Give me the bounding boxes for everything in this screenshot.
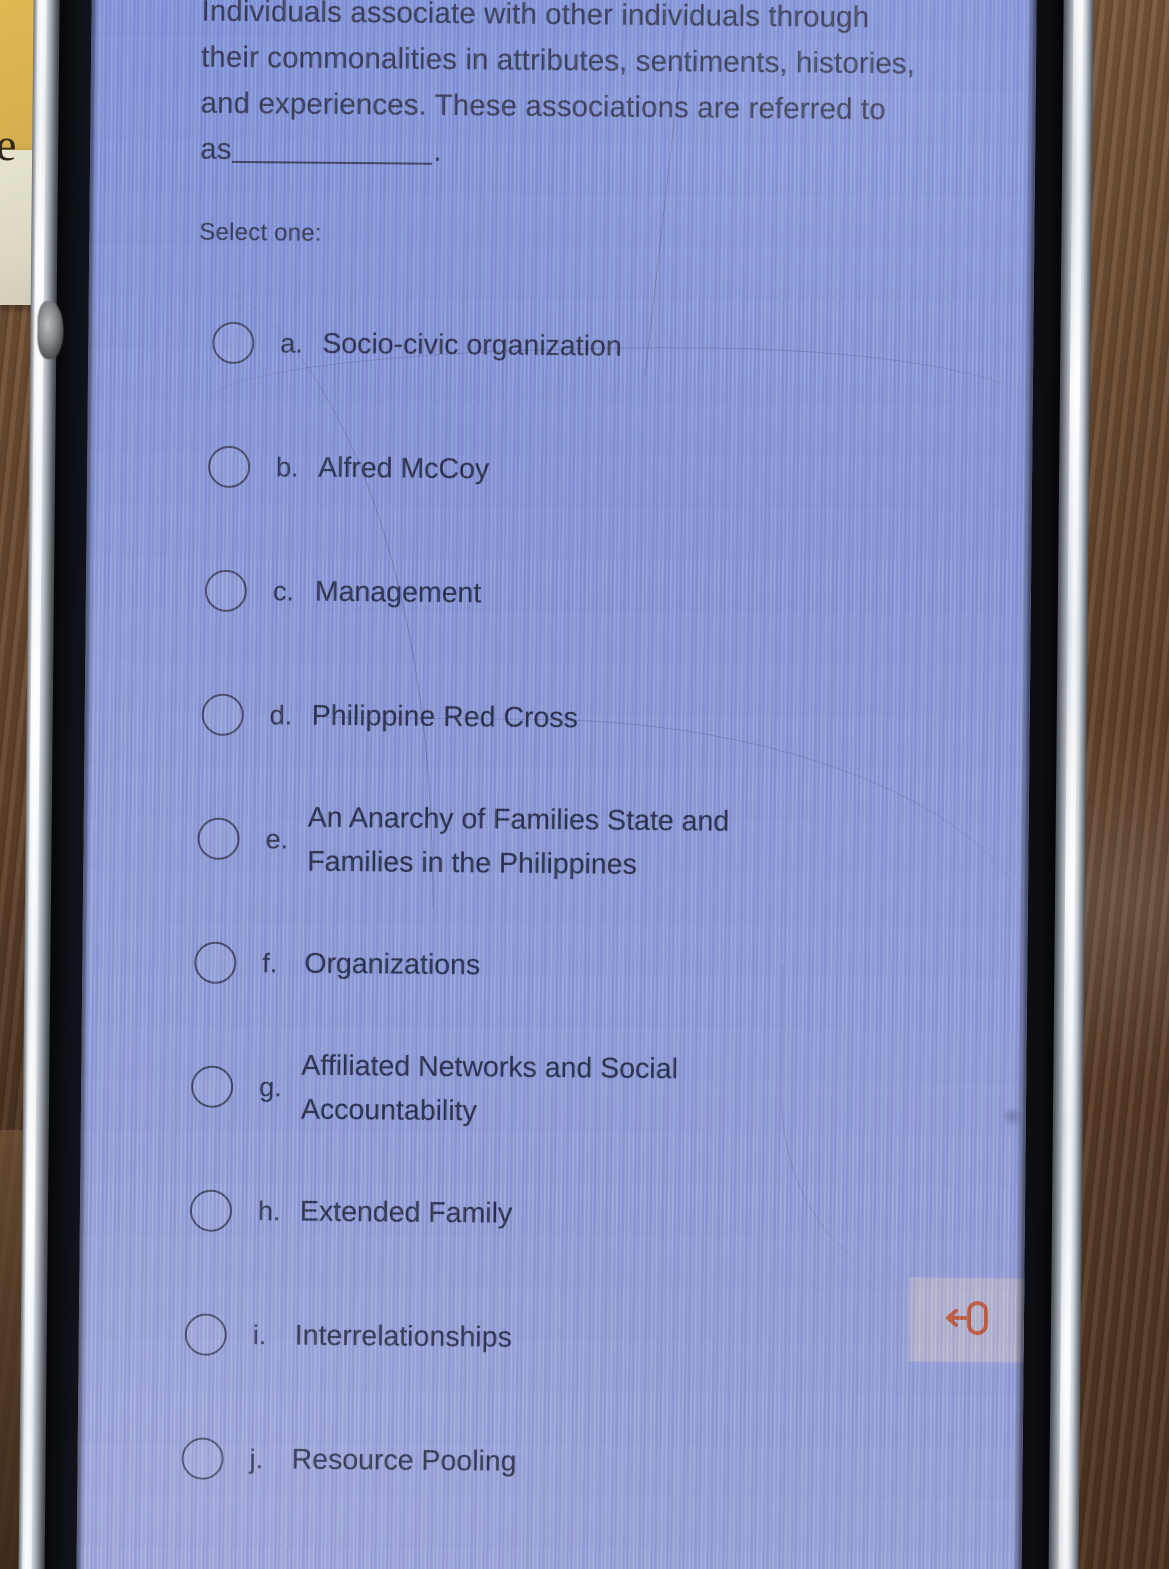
option-letter-h: h.	[257, 1195, 281, 1226]
quiz-question-panel: Individuals associate with other individ…	[77, 0, 1037, 1515]
question-stem-line-4: as.	[200, 127, 969, 180]
radio-button-a[interactable]	[212, 321, 255, 365]
radio-button-g[interactable]	[190, 1065, 234, 1108]
answer-option-h[interactable]: h. Extended Family	[189, 1163, 960, 1266]
option-label-j[interactable]: Resource Pooling	[291, 1437, 516, 1483]
radio-button-e[interactable]	[197, 817, 240, 860]
option-letter-c: c.	[272, 575, 295, 606]
answer-option-d[interactable]: d. Philippine Red Cross	[194, 667, 964, 770]
option-label-g[interactable]: Affiliated Networks and Social Accountab…	[301, 1044, 822, 1137]
question-blank-prefix: as	[200, 132, 232, 166]
answer-option-i[interactable]: i. Interrelationships	[184, 1286, 958, 1389]
answer-option-e[interactable]: e. An Anarchy of Families State and Fami…	[193, 791, 963, 894]
radio-button-i[interactable]	[184, 1313, 227, 1356]
option-label-h[interactable]: Extended Family	[300, 1190, 513, 1236]
smartphone-device: Individuals associate with other individ…	[18, 0, 1094, 1569]
option-letter-g: g.	[259, 1071, 282, 1102]
answer-option-c[interactable]: c. Management	[195, 543, 965, 646]
option-letter-d: d.	[269, 699, 293, 730]
option-letter-b: b.	[275, 451, 299, 483]
radio-button-h[interactable]	[189, 1189, 233, 1232]
logout-watermark	[908, 1277, 1028, 1363]
option-letter-a: a.	[280, 327, 303, 359]
question-stem-line-3: and experiences. These associations are …	[200, 86, 886, 127]
radio-button-f[interactable]	[194, 941, 237, 984]
answer-option-a[interactable]: a. Socio-civic organization	[198, 295, 968, 398]
radio-button-c[interactable]	[204, 569, 248, 613]
option-label-f[interactable]: Organizations	[304, 942, 480, 988]
option-label-a[interactable]: Socio-civic organization	[322, 322, 622, 369]
phone-screen: Individuals associate with other individ…	[76, 0, 1037, 1569]
answer-option-b[interactable]: b. Alfred McCoy	[197, 419, 967, 522]
option-letter-i: i.	[252, 1319, 267, 1350]
option-label-d[interactable]: Philippine Red Cross	[312, 694, 579, 741]
question-stem: Individuals associate with other individ…	[200, 0, 971, 180]
answer-option-j[interactable]: j. Resource Pooling	[181, 1410, 957, 1513]
answer-option-g[interactable]: g. Affiliated Networks and Social Accoun…	[190, 1039, 961, 1142]
answer-option-f[interactable]: f. Organizations	[192, 915, 962, 1018]
logout-arrow-icon	[942, 1297, 994, 1342]
option-letter-e: e.	[265, 823, 289, 854]
option-label-b[interactable]: Alfred McCoy	[318, 446, 489, 492]
answer-blank	[232, 160, 433, 165]
radio-button-b[interactable]	[207, 445, 251, 489]
option-letter-j: j.	[249, 1443, 264, 1474]
frame-dent	[37, 301, 64, 360]
option-label-i[interactable]: Interrelationships	[295, 1314, 512, 1360]
photo-of-phone-screen: e Individuals associate with other indiv…	[0, 0, 1169, 1569]
option-label-e[interactable]: An Anarchy of Families State and Familie…	[307, 796, 828, 889]
option-letter-f: f.	[262, 947, 278, 978]
radio-button-j[interactable]	[181, 1437, 224, 1480]
answer-options-list: a. Socio-civic organization b. Alfred Mc…	[181, 295, 968, 1514]
paper-letter-glyph: e	[0, 119, 17, 170]
option-label-c[interactable]: Management	[315, 570, 482, 616]
select-one-instruction: Select one:	[199, 218, 322, 247]
radio-button-d[interactable]	[201, 693, 244, 736]
question-stem-line-2: their commonalities in attributes, senti…	[200, 40, 916, 81]
question-blank-suffix: .	[433, 134, 442, 168]
